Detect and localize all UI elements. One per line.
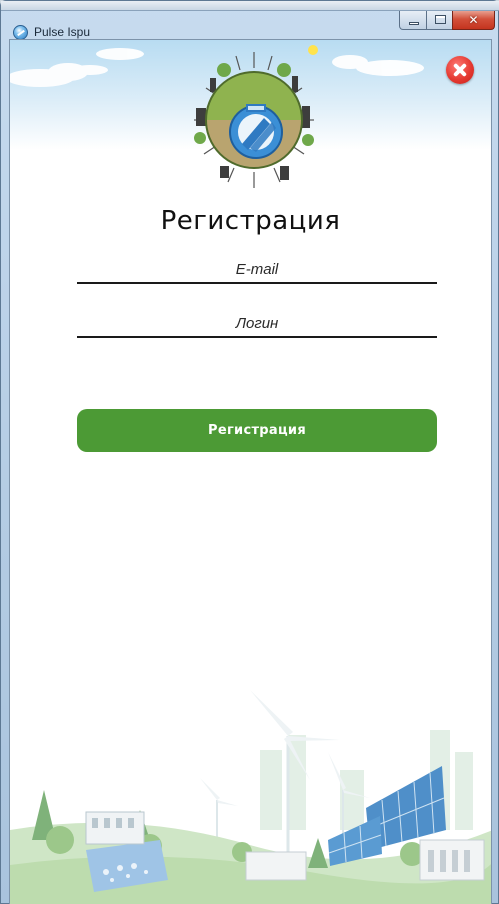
- register-button[interactable]: Регистрация: [77, 409, 437, 452]
- window-close-button[interactable]: ✕: [452, 11, 495, 30]
- close-icon: ✕: [468, 13, 479, 27]
- maximize-icon: [435, 15, 446, 24]
- minimize-icon: [409, 22, 419, 25]
- email-field[interactable]: [77, 256, 437, 284]
- registration-screen: Регистрация Регистрация: [9, 39, 492, 904]
- window-title: Pulse Ispu: [34, 25, 91, 39]
- maximize-button[interactable]: [426, 11, 453, 30]
- minimize-button[interactable]: [399, 11, 427, 30]
- login-field[interactable]: [77, 310, 437, 338]
- energy-landscape-illustration: [10, 690, 491, 904]
- page-title: Регистрация: [160, 206, 341, 236]
- app-window: Pulse Ispu ✕ Регистрация E-mail Логин Ре…: [0, 0, 499, 904]
- pulse-globe-logo: [194, 52, 314, 188]
- window-top-strip: [1, 1, 499, 11]
- app-icon: [13, 25, 28, 40]
- close-form-button[interactable]: [446, 56, 474, 84]
